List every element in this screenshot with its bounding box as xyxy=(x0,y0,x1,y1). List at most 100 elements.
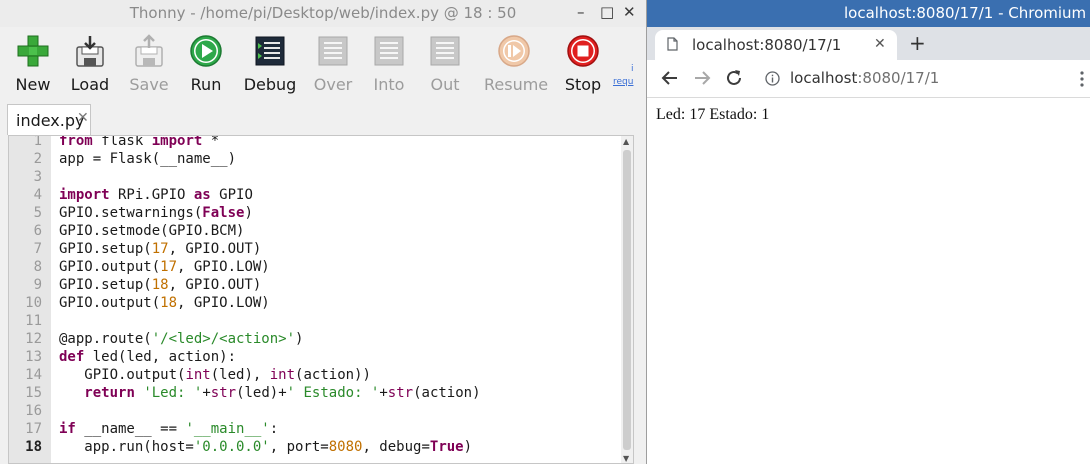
requirements-link-mark: i xyxy=(631,64,634,74)
thonny-window-title: Thonny - /home/pi/Desktop/web/index.py @… xyxy=(129,4,517,22)
chromium-window: localhost:8080/17/1 - Chromium localhost… xyxy=(647,0,1090,464)
line-number: 3 xyxy=(33,169,42,185)
line-number: 16 xyxy=(25,403,42,419)
chromium-titlebar[interactable]: localhost:8080/17/1 - Chromium xyxy=(647,0,1090,27)
browser-tab-title: localhost:8080/17/1 xyxy=(692,36,842,54)
info-icon[interactable] xyxy=(765,71,780,86)
new-button[interactable]: New xyxy=(3,32,63,94)
line-number: 7 xyxy=(33,241,42,257)
resume-button[interactable]: Resume xyxy=(484,32,549,94)
requirements-link[interactable]: i requ xyxy=(613,63,634,89)
code-line[interactable]: if __name__ == '__main__': xyxy=(59,420,278,438)
url-path: :8080/17/1 xyxy=(857,69,940,87)
load-button[interactable]: Load xyxy=(60,32,120,94)
out-label: Out xyxy=(430,75,460,94)
resume-label: Resume xyxy=(484,75,549,94)
step-over-icon xyxy=(318,36,348,66)
save-label: Save xyxy=(129,75,169,94)
code-line[interactable]: GPIO.output(18, GPIO.LOW) xyxy=(59,294,270,312)
url-host: localhost xyxy=(790,69,858,87)
run-icon xyxy=(190,35,222,67)
scroll-up-icon[interactable]: ▲ xyxy=(623,137,629,146)
back-arrow-icon[interactable] xyxy=(659,67,681,89)
page-response-text: Led: 17 Estado: 1 xyxy=(656,106,770,123)
debug-label: Debug xyxy=(243,75,297,94)
forward-arrow-icon[interactable] xyxy=(691,67,713,89)
code-line[interactable]: app.run(host='0.0.0.0', port=8080, debug… xyxy=(59,438,472,456)
code-line[interactable]: def led(led, action): xyxy=(59,348,236,366)
chromium-tabstrip: localhost:8080/17/1 ✕ + xyxy=(647,27,1090,60)
code-line[interactable]: GPIO.setmode(GPIO.BCM) xyxy=(59,222,244,240)
over-label: Over xyxy=(313,75,353,94)
tab-close-icon[interactable]: ✕ xyxy=(77,110,89,126)
step-into-button[interactable]: Into xyxy=(359,32,419,94)
into-label: Into xyxy=(373,75,405,94)
debug-button[interactable]: Debug xyxy=(240,32,300,94)
code-line[interactable]: from flask import * xyxy=(59,136,219,150)
new-tab-icon[interactable]: + xyxy=(909,31,926,55)
line-number: 5 xyxy=(33,205,42,221)
chromium-window-title: localhost:8080/17/1 - Chromium xyxy=(844,4,1087,22)
tab-index-py[interactable]: index.py ✕ xyxy=(7,104,91,135)
editor-tabbar: index.py ✕ xyxy=(0,97,646,135)
stop-button[interactable]: Stop xyxy=(553,32,613,94)
load-icon xyxy=(76,36,104,67)
stop-label: Stop xyxy=(564,75,602,94)
tab-close-icon[interactable]: ✕ xyxy=(874,36,886,52)
run-label: Run xyxy=(190,75,222,94)
tab-label: index.py xyxy=(16,111,85,130)
line-number: 13 xyxy=(25,349,42,365)
maximize-button[interactable]: □ xyxy=(600,3,614,21)
line-number: 11 xyxy=(25,313,42,329)
scrollbar-thumb[interactable] xyxy=(623,150,631,450)
code-line[interactable]: GPIO.setup(18, GPIO.OUT) xyxy=(59,276,261,294)
code-line[interactable]: app = Flask(__name__) xyxy=(59,150,236,168)
line-number: 15 xyxy=(25,385,42,401)
line-number: 9 xyxy=(33,277,42,293)
line-number: 8 xyxy=(33,259,42,275)
line-number: 2 xyxy=(33,151,42,167)
reload-icon[interactable] xyxy=(723,67,745,89)
save-button[interactable]: Save xyxy=(119,32,179,94)
line-number: 14 xyxy=(25,367,42,383)
line-number: 17 xyxy=(25,421,42,437)
thonny-titlebar[interactable]: Thonny - /home/pi/Desktop/web/index.py @… xyxy=(0,0,646,27)
code-line[interactable]: @app.route('/<led>/<action>') xyxy=(59,330,303,348)
step-out-icon xyxy=(430,36,460,66)
run-button[interactable]: Run xyxy=(176,32,236,94)
step-into-icon xyxy=(374,36,404,66)
minimize-button[interactable]: – xyxy=(577,3,585,21)
code-line[interactable]: import RPi.GPIO as GPIO xyxy=(59,186,253,204)
address-bar[interactable]: localhost:8080/17/1 xyxy=(753,64,1083,93)
line-number: 10 xyxy=(25,295,42,311)
thonny-toolbar: New Load Save Run Debug Over Into Out Re… xyxy=(0,27,646,97)
scroll-down-icon[interactable]: ▼ xyxy=(623,454,629,463)
code-area[interactable]: from flask import * app = Flask(__name__)… xyxy=(59,136,619,463)
load-label: Load xyxy=(70,75,110,94)
step-over-button[interactable]: Over xyxy=(303,32,363,94)
url-text[interactable]: localhost:8080/17/1 xyxy=(790,69,939,87)
save-icon xyxy=(135,34,163,67)
vertical-scrollbar[interactable]: ▲ ▼ xyxy=(621,136,633,463)
page-content: Led: 17 Estado: 1 xyxy=(647,98,1090,464)
browser-tab[interactable]: localhost:8080/17/1 ✕ xyxy=(655,30,897,60)
code-line[interactable]: return 'Led: '+str(led)+' Estado: '+str(… xyxy=(59,384,480,402)
code-line[interactable]: GPIO.setup(17, GPIO.OUT) xyxy=(59,240,261,258)
code-line[interactable]: GPIO.setwarnings(False) xyxy=(59,204,253,222)
debug-icon xyxy=(255,36,285,66)
code-editor[interactable]: 1 2 3 4 5 6 7 8 9 10 11 12 13 14 15 16 17 18 from flask i… xyxy=(8,135,634,464)
more-menu-icon[interactable] xyxy=(1079,69,1085,89)
code-line[interactable]: GPIO.output(17, GPIO.LOW) xyxy=(59,258,270,276)
line-number: 1 xyxy=(33,135,42,149)
browser-toolbar: localhost:8080/17/1 xyxy=(647,60,1090,98)
stop-icon xyxy=(567,35,599,67)
thonny-window: Thonny - /home/pi/Desktop/web/index.py @… xyxy=(0,0,646,464)
line-number: 6 xyxy=(33,223,42,239)
step-out-button[interactable]: Out xyxy=(415,32,475,94)
requirements-link-text: requ xyxy=(613,77,634,87)
line-number: 12 xyxy=(25,331,42,347)
page-icon xyxy=(667,37,678,51)
line-number-gutter: 1 2 3 4 5 6 7 8 9 10 11 12 13 14 15 16 17 18 xyxy=(9,135,51,463)
code-line[interactable]: GPIO.output(int(led), int(action)) xyxy=(59,366,371,384)
close-button[interactable]: ✕ xyxy=(623,3,636,21)
